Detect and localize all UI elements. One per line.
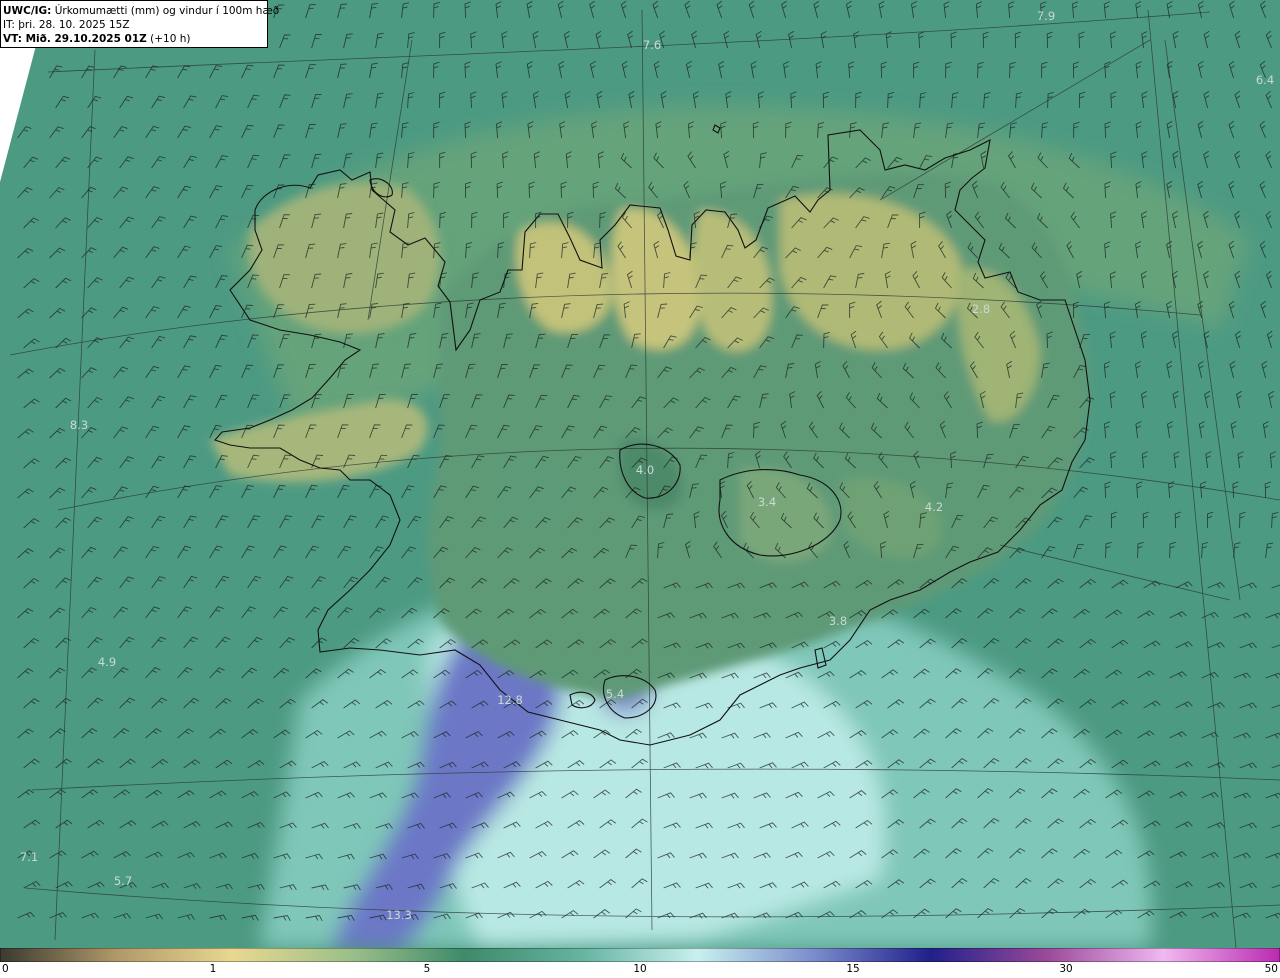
value-label: 5.7 [113,874,133,888]
colorbar-tick: 10 [633,963,647,975]
product-code: UWC/IG: [3,5,52,17]
colorbar [0,948,1280,962]
value-label: 3.4 [757,495,777,509]
colorbar-ticks: 0 1 5 10 15 30 50 [0,962,1280,978]
initial-time-value: þri. 28. 10. 2025 15Z [18,19,130,31]
value-label: 2.8 [971,302,991,316]
value-label: 5.4 [605,687,625,701]
value-label: 6.4 [1255,73,1275,87]
value-label: 8.3 [69,418,89,432]
value-label: 13.3 [386,908,412,922]
value-label: 4.9 [97,655,117,669]
value-label: 3.8 [828,614,848,628]
value-label: 12.8 [497,693,523,707]
colorbar-tick: 15 [846,963,860,975]
colorbar-tick: 0 [2,963,9,975]
value-label: 7.9 [1036,9,1056,23]
value-label: 7.6 [642,38,662,52]
value-label: 4.0 [635,463,655,477]
value-label: 4.2 [924,500,944,514]
value-label: 7.1 [19,850,39,864]
colorbar-tick: 5 [423,963,431,975]
map-title: Úrkomumætti (mm) og vindur í 100m hæð [54,5,280,17]
colorbar-tick: 50 [1264,963,1278,975]
colorbar-tick: 1 [209,963,217,975]
forecast-info-box: UWC/IG: Úrkomumætti (mm) og vindur í 100… [0,0,279,48]
initial-time-label: IT: [3,19,15,31]
colorbar-tick: 30 [1059,963,1073,975]
valid-time-label: VT: Mið. 29.10.2025 01Z [3,33,147,45]
precipitation-wind-map[interactable]: 7.9 7.6 6.4 2.8 8.3 4.0 3.4 4.2 3.8 4.9 … [0,0,1280,948]
lead-time: (+10 h) [150,33,191,45]
